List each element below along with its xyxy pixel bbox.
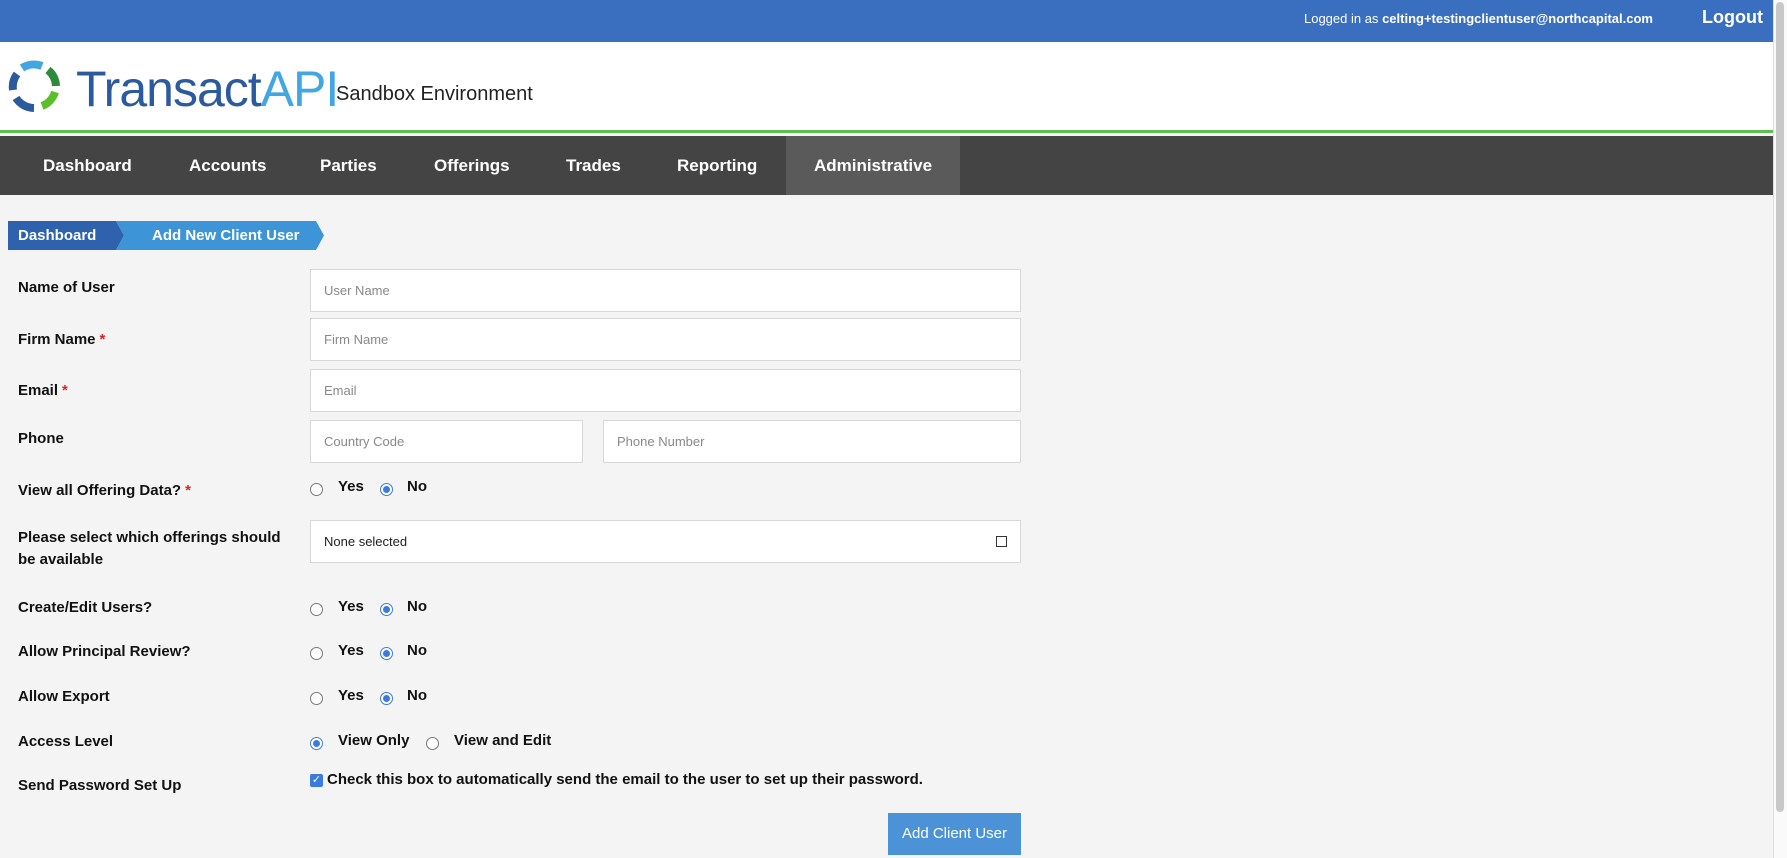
required-mark: * (62, 382, 68, 399)
export-label: Allow Export (18, 688, 110, 705)
export-yes-radio[interactable] (310, 692, 323, 705)
logo-accent: API (260, 61, 340, 117)
view-all-yes-radio[interactable] (310, 483, 323, 496)
add-client-user-button[interactable]: Add Client User (888, 813, 1021, 855)
offerings-label: Please select which offerings should be … (18, 529, 281, 568)
breadcrumb-dashboard[interactable]: Dashboard (18, 221, 96, 250)
create-edit-no-radio[interactable] (380, 603, 393, 616)
offerings-multiselect[interactable]: None selected (310, 520, 1021, 563)
nav-offerings[interactable]: Offerings (434, 136, 510, 195)
logout-link[interactable]: Logout (1702, 7, 1763, 28)
user-email: celting+testingclientuser@northcapital.c… (1382, 11, 1653, 26)
required-mark: * (185, 482, 191, 499)
access-level-label: Access Level (18, 733, 114, 750)
yes-label: Yes (338, 598, 364, 615)
nav-trades[interactable]: Trades (566, 136, 621, 195)
scrollbar-thumb[interactable] (1776, 2, 1784, 812)
email-input[interactable] (310, 369, 1021, 412)
phone-number-input[interactable] (603, 420, 1021, 463)
create-edit-yes-radio[interactable] (310, 603, 323, 616)
required-mark: * (99, 331, 106, 348)
send-password-checkbox[interactable]: ✓ (310, 774, 323, 787)
principal-no-radio[interactable] (380, 647, 393, 660)
logo-text: TransactAPI (76, 60, 340, 118)
no-label: No (407, 642, 427, 659)
email-label: Email * (18, 380, 68, 402)
firm-label: Firm Name * (18, 329, 105, 351)
nav-accounts[interactable]: Accounts (189, 136, 266, 195)
yes-label: Yes (338, 687, 364, 704)
send-password-label: Send Password Set Up (18, 777, 182, 794)
view-only-label: View Only (338, 732, 410, 749)
no-label: No (407, 478, 427, 495)
breadcrumb-current: Add New Client User (152, 227, 300, 244)
nav-dashboard[interactable]: Dashboard (43, 136, 132, 195)
nav-reporting[interactable]: Reporting (677, 136, 757, 195)
logged-in-prefix: Logged in as (1303, 11, 1383, 26)
yes-label: Yes (338, 478, 364, 495)
offerings-value: None selected (324, 534, 408, 549)
firm-label-text: Firm Name (18, 331, 96, 348)
no-label: No (407, 598, 427, 615)
view-edit-radio[interactable] (426, 737, 439, 750)
user-name-input[interactable] (310, 269, 1021, 312)
name-label: Name of User (18, 279, 115, 296)
logo-icon (8, 60, 60, 112)
view-edit-label: View and Edit (454, 732, 552, 749)
view-all-label-text: View all Offering Data? (18, 482, 182, 499)
top-bar: Logged in as celting+testingclientuser@n… (0, 0, 1773, 42)
principal-label: Allow Principal Review? (18, 643, 191, 660)
firm-name-input[interactable] (310, 318, 1021, 361)
header: TransactAPI Sandbox Environment (0, 42, 1773, 133)
view-all-no-radio[interactable] (380, 483, 393, 496)
logged-in-text: Logged in as celting+testingclientuser@n… (1304, 11, 1653, 26)
main-nav: Dashboard Accounts Parties Offerings Tra… (0, 136, 1773, 195)
checkbox-icon (996, 536, 1007, 547)
create-edit-label: Create/Edit Users? (18, 599, 153, 616)
email-label-text: Email (18, 382, 59, 399)
export-no-radio[interactable] (380, 692, 393, 705)
send-password-text: Check this box to automatically send the… (327, 771, 923, 788)
nav-administrative[interactable]: Administrative (786, 136, 960, 195)
country-code-input[interactable] (310, 420, 583, 463)
environment-label: Sandbox Environment (336, 83, 533, 105)
no-label: No (407, 687, 427, 704)
yes-label: Yes (338, 642, 364, 659)
nav-parties[interactable]: Parties (320, 136, 377, 195)
logo-main: Transact (76, 61, 262, 117)
phone-label: Phone (18, 430, 64, 447)
principal-yes-radio[interactable] (310, 647, 323, 660)
view-all-label: View all Offering Data? * (18, 480, 191, 502)
view-only-radio[interactable] (310, 737, 323, 750)
